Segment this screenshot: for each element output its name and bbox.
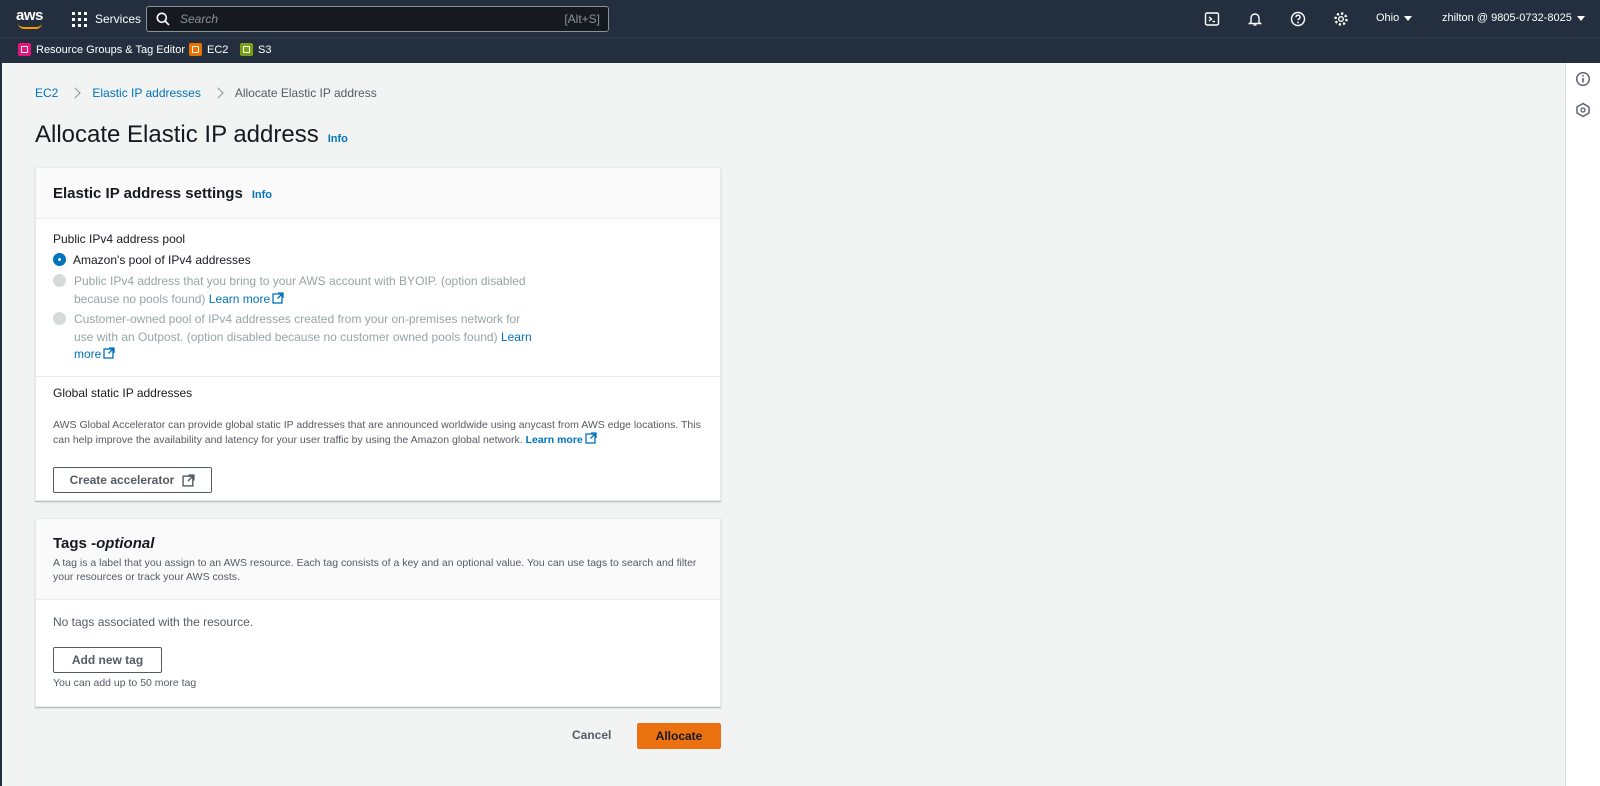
settings-panel-header: Elastic IP address settings Info [36,168,720,219]
breadcrumb-current: Allocate Elastic IP address [234,86,377,100]
tags-panel-header: Tags - optional A tag is a label that yo… [36,519,720,600]
tag-limit-hint: You can add up to 50 more tag [53,677,197,689]
search-shortcut: [Alt+S] [564,12,600,26]
chevron-down-icon [1576,15,1585,21]
cloudshell-icon[interactable] [1204,11,1220,27]
favorite-s3[interactable]: S3 [240,43,271,56]
create-accelerator-label: Create accelerator [69,473,175,487]
elastic-ip-settings-panel: Elastic IP address settings Info Public … [35,167,721,501]
radio-customer-label: Customer-owned pool of IPv4 addresses cr… [74,312,521,344]
aws-logo[interactable]: aws [16,7,46,31]
top-navigation: aws Services Search [Alt+S] Ohio zhilton… [0,0,1600,37]
radio-byoip-pool: Public IPv4 address that you bring to yo… [53,273,534,308]
create-accelerator-button[interactable]: Create accelerator [53,467,212,493]
help-icon[interactable] [1290,11,1306,27]
global-learn-more-link[interactable]: Learn more [526,432,597,446]
search-input[interactable]: Search [Alt+S] [146,6,609,32]
grid-icon [72,11,87,27]
left-edge-bar [0,63,2,786]
byoip-learn-more-link[interactable]: Learn more [209,292,284,306]
external-link-icon [585,432,597,444]
s3-icon [240,43,253,56]
region-label: Ohio [1376,12,1400,24]
tags-description: A tag is a label that you assign to an A… [53,557,697,583]
account-label: zhilton @ 9805-0732-8025 [1442,12,1572,24]
pool-label: Public IPv4 address pool [53,232,186,246]
ec2-icon [189,43,202,56]
chevron-right-icon [212,87,224,99]
tags-panel-title: Tags - [53,535,97,552]
info-icon[interactable] [1575,71,1591,87]
add-new-tag-label: Add new tag [71,653,144,667]
add-new-tag-button[interactable]: Add new tag [53,647,162,673]
radio-amazon-label: Amazon's pool of IPv4 addresses [73,253,251,267]
settings-panel-title: Elastic IP address settings [53,185,243,202]
tags-panel-title-optional: optional [96,535,155,552]
page-title: Allocate Elastic IP address [35,121,319,148]
allocate-label: Allocate [655,729,703,743]
favorite-resource-groups[interactable]: Resource Groups & Tag Editor [18,43,185,56]
radio-button-checked[interactable] [54,254,65,265]
chevron-right-icon [69,87,82,99]
breadcrumb-ec2-link[interactable]: EC2 [35,86,58,100]
section-divider [36,376,720,377]
radio-button-disabled [53,312,66,325]
search-icon [156,12,170,26]
global-static-ip-label: Global static IP addresses [53,386,193,400]
notifications-bell-icon[interactable] [1247,11,1263,27]
right-tools-rail [1565,63,1600,786]
favorite-label: S3 [258,43,272,56]
global-accelerator-description: AWS Global Accelerator can provide globa… [53,419,701,446]
external-link-icon [272,291,284,304]
no-tags-message: No tags associated with the resource. [53,615,254,629]
radio-byoip-label: Public IPv4 address that you bring to yo… [74,274,526,306]
aws-logo-text: aws [16,7,43,24]
favorite-label: Resource Groups & Tag Editor [36,43,185,56]
account-menu[interactable]: zhilton @ 9805-0732-8025 [1442,12,1585,24]
favorite-ec2[interactable]: EC2 [189,43,228,56]
resource-groups-icon [18,43,31,56]
search-placeholder: Search [180,12,219,26]
allocate-button[interactable]: Allocate [637,723,721,749]
tutorial-hexagon-icon[interactable] [1575,102,1591,118]
settings-gear-icon[interactable] [1333,11,1349,27]
settings-info-link[interactable]: Info [252,189,272,201]
cancel-button[interactable]: Cancel [572,728,611,742]
tags-panel: Tags - optional A tag is a label that yo… [35,518,721,707]
radio-button-disabled [53,274,66,287]
breadcrumb-elastic-ip-link[interactable]: Elastic IP addresses [92,86,201,100]
favorite-label: EC2 [207,43,229,56]
external-link-icon [182,473,195,487]
favorites-bar: Resource Groups & Tag Editor EC2 S3 [0,37,1600,63]
services-label: Services [95,12,142,26]
external-link-icon [103,347,115,359]
services-menu-button[interactable]: Services [72,10,141,28]
region-selector[interactable]: Ohio [1376,12,1413,24]
chevron-down-icon [1404,15,1413,21]
radio-amazon-pool[interactable]: Amazon's pool of IPv4 addresses [53,252,251,270]
page-title-row: Allocate Elastic IP address Info [35,121,348,149]
radio-customer-pool: Customer-owned pool of IPv4 addresses cr… [53,311,534,364]
page-info-link[interactable]: Info [328,133,348,145]
breadcrumb: EC2 Elastic IP addresses Allocate Elasti… [35,86,377,100]
